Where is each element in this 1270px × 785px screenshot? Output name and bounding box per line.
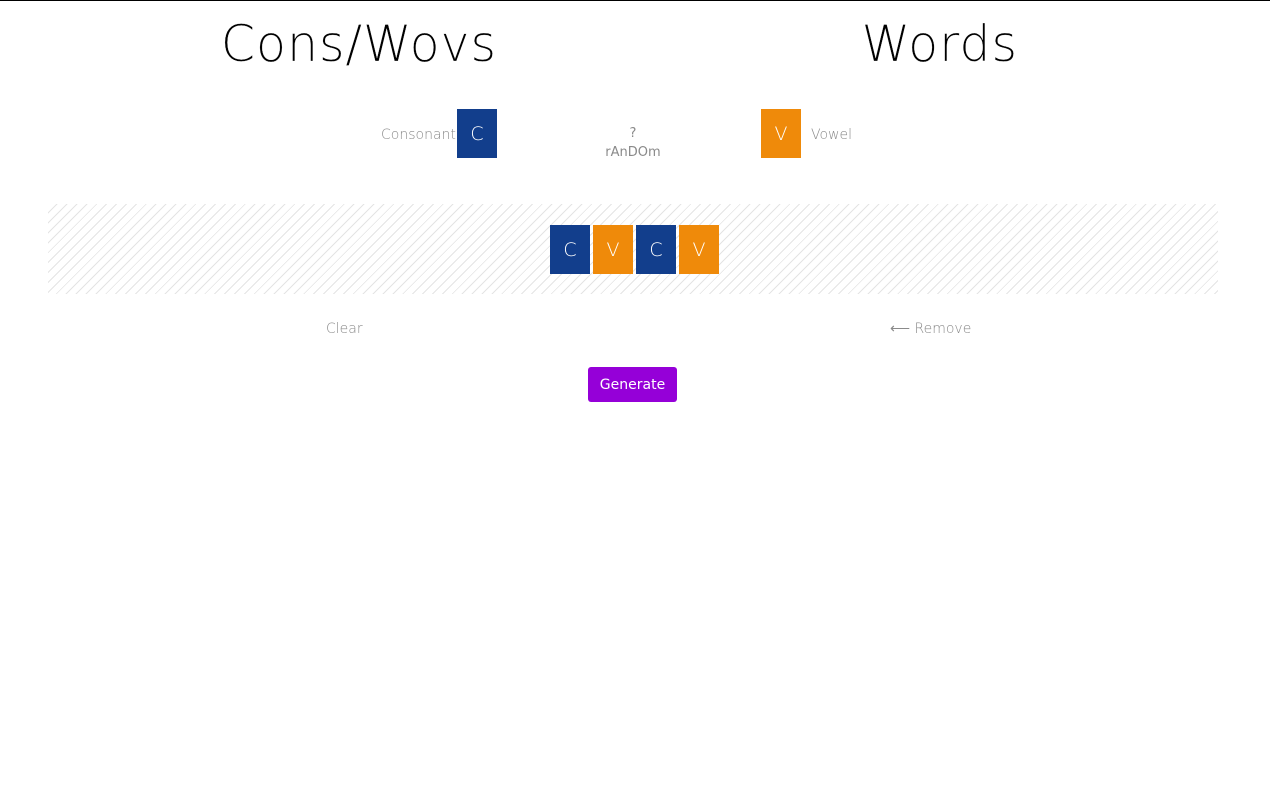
random-label: rAnDOm bbox=[605, 145, 661, 160]
pattern-tile[interactable]: C bbox=[550, 225, 590, 274]
pattern-tile[interactable]: C bbox=[636, 225, 676, 274]
add-consonant-button[interactable]: C bbox=[457, 109, 497, 158]
generate-button[interactable]: Generate bbox=[588, 367, 677, 402]
pattern-tiles: C V C V bbox=[550, 225, 719, 274]
pattern-area: C V C V bbox=[48, 204, 1218, 294]
add-random-button[interactable]: ? rAnDOm bbox=[592, 124, 674, 162]
pattern-tile[interactable]: V bbox=[679, 225, 719, 274]
add-vowel-button[interactable]: V bbox=[761, 109, 801, 158]
consonant-label: Consonant bbox=[381, 127, 456, 143]
random-symbol: ? bbox=[629, 126, 637, 141]
cons-wovs-title: Cons/Wovs bbox=[220, 15, 498, 73]
words-title: Words bbox=[861, 15, 1018, 73]
vowel-label: Vowel bbox=[811, 127, 853, 143]
clear-button[interactable]: Clear bbox=[326, 321, 363, 337]
pattern-tile[interactable]: V bbox=[593, 225, 633, 274]
remove-button[interactable]: ⟵ Remove bbox=[890, 321, 971, 337]
